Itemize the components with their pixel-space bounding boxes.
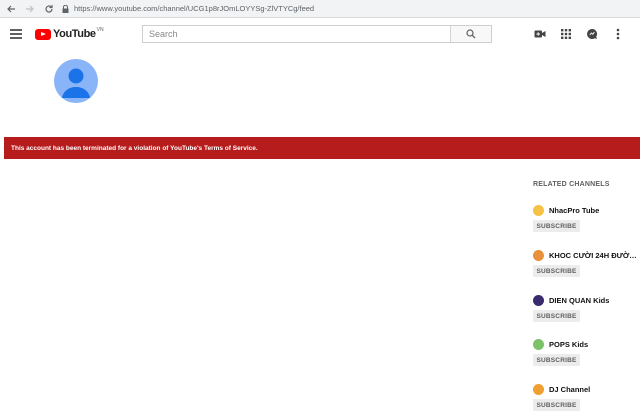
related-channel: DJ Channel SUBSCRIBE (533, 383, 638, 411)
termination-banner: This account has been terminated for a v… (4, 137, 640, 159)
channel-link[interactable]: DJ Channel (533, 383, 638, 395)
channel-link[interactable]: DIEN QUAN Kids (533, 294, 638, 306)
channel-avatar-icon (533, 383, 544, 395)
youtube-header: YouTube VN (0, 18, 640, 51)
youtube-logo[interactable]: YouTube VN (35, 27, 104, 40)
address-bar[interactable]: https://www.youtube.com/channel/UCG1p8rJ… (60, 2, 630, 15)
channel-avatar-icon (533, 204, 544, 216)
channel-avatar-icon (533, 249, 544, 261)
related-channel: POPS Kids SUBSCRIBE (533, 338, 638, 366)
related-channel: DIEN QUAN Kids SUBSCRIBE (533, 294, 638, 322)
reload-icon[interactable] (41, 1, 57, 17)
related-channels-title: RELATED CHANNELS (533, 181, 610, 188)
search-input[interactable] (143, 26, 450, 42)
lock-icon (60, 4, 70, 14)
banner-message: This account has been terminated for a v… (11, 144, 258, 152)
forward-icon[interactable] (22, 1, 38, 17)
more-vert-icon[interactable] (611, 27, 625, 41)
channel-name: KHOC CƯỜI 24H ĐƯỜNG (549, 250, 638, 260)
subscribe-button[interactable]: SUBSCRIBE (533, 354, 580, 366)
messages-icon[interactable] (585, 27, 599, 41)
menu-icon[interactable] (10, 29, 22, 39)
channel-link[interactable]: POPS Kids (533, 338, 638, 350)
video-camera-icon[interactable] (533, 27, 547, 41)
back-icon[interactable] (3, 1, 19, 17)
subscribe-button[interactable]: SUBSCRIBE (533, 265, 580, 277)
channel-name: POPS Kids (549, 339, 589, 349)
channel-link[interactable]: KHOC CƯỜI 24H ĐƯỜNG (533, 249, 638, 261)
logo-text: YouTube (53, 28, 96, 40)
search-button[interactable] (450, 26, 491, 42)
channel-name: DIEN QUAN Kids (549, 295, 610, 305)
subscribe-button[interactable]: SUBSCRIBE (533, 220, 580, 232)
subscribe-button[interactable]: SUBSCRIBE (533, 399, 580, 411)
channel-avatar (54, 59, 98, 103)
browser-toolbar: https://www.youtube.com/channel/UCG1p8rJ… (0, 0, 640, 18)
channel-name: DJ Channel (549, 384, 591, 394)
subscribe-button[interactable]: SUBSCRIBE (533, 310, 580, 322)
channel-avatar-icon (533, 338, 544, 350)
related-channel: KHOC CƯỜI 24H ĐƯỜNG SUBSCRIBE (533, 249, 638, 277)
apps-grid-icon[interactable] (559, 27, 573, 41)
related-channel: NhacPro Tube SUBSCRIBE (533, 204, 638, 232)
search-icon (466, 29, 476, 39)
search-box (142, 25, 492, 43)
logo-country: VN (96, 27, 104, 33)
avatar-icon (62, 68, 90, 98)
channel-avatar-icon (533, 294, 544, 306)
url-text: https://www.youtube.com/channel/UCG1p8rJ… (74, 4, 315, 13)
youtube-play-icon (35, 28, 51, 40)
channel-name: NhacPro Tube (549, 205, 600, 215)
channel-link[interactable]: NhacPro Tube (533, 204, 638, 216)
